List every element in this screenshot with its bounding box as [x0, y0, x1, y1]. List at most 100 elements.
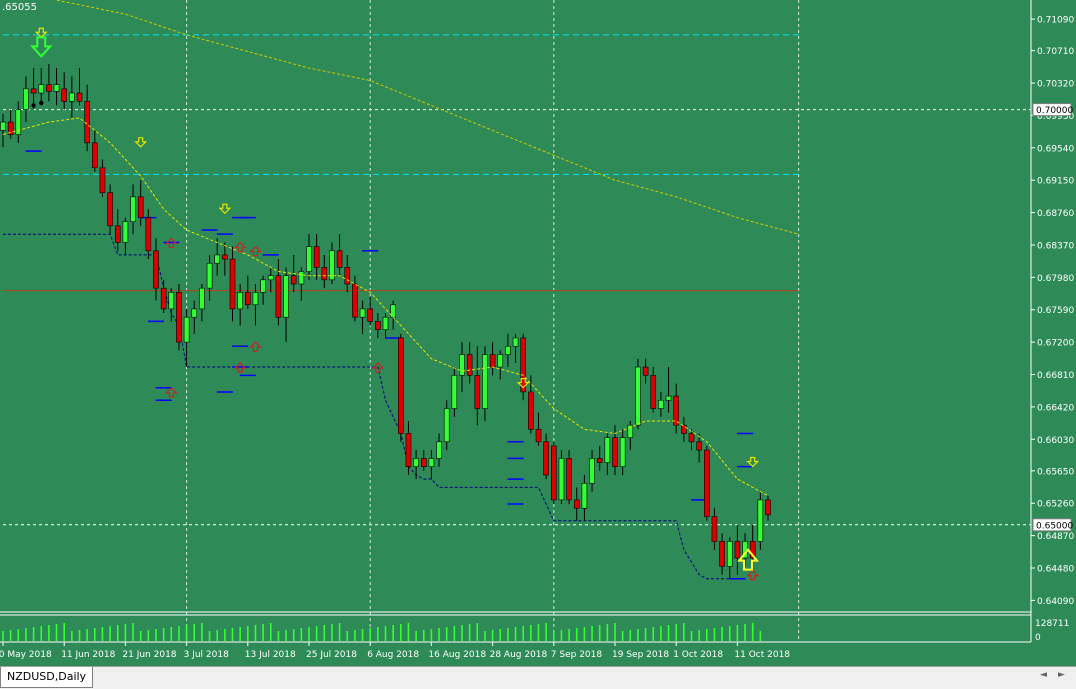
candle-body — [413, 458, 419, 467]
candle-body — [696, 441, 702, 451]
price-axis-label: 0.64870 — [1037, 532, 1074, 542]
candle-body — [497, 354, 504, 368]
candle-body — [459, 354, 465, 376]
candle-body — [474, 375, 481, 409]
candle-body — [191, 308, 198, 318]
price-axis-label: 0.64090 — [1037, 597, 1074, 607]
signal-dot — [31, 103, 36, 108]
candle-body — [688, 433, 695, 443]
date-axis-label: 19 Sep 2018 — [612, 650, 669, 660]
price-label-boxed-text: 0.70000 — [1036, 106, 1073, 116]
candle-body — [168, 291, 175, 310]
candle-body — [53, 84, 60, 92]
candle-body — [130, 196, 136, 223]
candle-body — [61, 88, 68, 102]
candle-body — [245, 291, 251, 306]
candle-body — [298, 271, 305, 285]
candle-body — [153, 250, 159, 289]
candle-body — [681, 424, 687, 434]
candle-body — [382, 316, 389, 330]
candle-body — [275, 275, 282, 318]
price-axis-label: 0.70320 — [1037, 80, 1074, 90]
candle-body — [604, 437, 611, 463]
candle-body — [107, 192, 113, 227]
scroll-left-icon[interactable]: ◄ — [1040, 670, 1047, 680]
signal-dot — [39, 100, 44, 106]
price-axis-label: 0.68370 — [1037, 241, 1074, 251]
candle-body — [367, 308, 374, 322]
candle-body — [711, 516, 718, 542]
candle-body — [222, 254, 228, 260]
candle-body — [69, 92, 75, 102]
candle-body — [352, 283, 358, 318]
candle-body — [428, 458, 435, 467]
price-axis-label: 0.69540 — [1037, 144, 1074, 154]
price-axis-label: 0.70710 — [1037, 47, 1074, 57]
candle-body — [290, 275, 297, 285]
candle-body — [619, 437, 626, 467]
price-axis-label: 0.65650 — [1037, 467, 1074, 477]
candle-body — [145, 217, 152, 252]
candle-body — [566, 458, 572, 501]
candle-body — [321, 267, 328, 281]
candle-body — [726, 541, 733, 567]
candle-body — [451, 375, 458, 409]
candle-body — [252, 291, 259, 306]
candle-body — [23, 88, 29, 110]
candle-body — [267, 275, 274, 281]
top-left-price-label: .65055 — [2, 2, 37, 13]
date-axis-label: 25 Jul 2018 — [306, 650, 357, 660]
candle-body — [137, 196, 144, 218]
candle-body — [558, 458, 565, 501]
candle-body — [665, 395, 672, 401]
candle-body — [313, 246, 320, 268]
candle-body — [505, 345, 511, 355]
volume-axis-zero-label: 0 — [1035, 633, 1041, 643]
date-axis-label: 16 Aug 2018 — [428, 650, 486, 660]
candle-body — [589, 458, 595, 484]
candle-body — [612, 437, 618, 467]
candle-body — [703, 449, 710, 517]
candle-body — [436, 441, 442, 459]
candle-body — [443, 408, 450, 443]
candle-body — [0, 121, 6, 131]
candle-body — [757, 499, 764, 542]
candle-body — [573, 499, 580, 509]
candle-body — [30, 88, 37, 94]
price-axis-label: 0.66420 — [1037, 403, 1074, 413]
candle-body — [214, 254, 220, 264]
candle-body — [658, 399, 664, 409]
chart-window: 0.71090 0.70710 0.70320 0.69930 0.69540 0.691… — [0, 0, 1076, 689]
price-axis-label: 0.64480 — [1037, 564, 1074, 574]
candle-body — [306, 246, 312, 272]
date-axis-label: 11 Oct 2018 — [734, 650, 790, 660]
scroll-right-icon[interactable]: ► — [1058, 670, 1065, 680]
candle-body — [114, 225, 121, 243]
candle-body — [543, 441, 549, 476]
chart-background — [0, 0, 1076, 666]
candle-body — [46, 84, 52, 92]
price-axis-label: 0.69150 — [1037, 177, 1074, 187]
price-axis-label: 0.66810 — [1037, 371, 1074, 381]
price-axis-label: 0.65260 — [1037, 500, 1074, 510]
candle-body — [520, 337, 527, 393]
candle-body — [99, 167, 106, 193]
date-axis-label: 28 Aug 2018 — [490, 650, 548, 660]
candle-body — [336, 250, 343, 268]
symbol-tab[interactable]: NZDUSD,Daily — [0, 667, 94, 688]
candle-body — [122, 221, 129, 243]
candle-body — [719, 541, 725, 567]
candle-body — [512, 337, 519, 347]
candle-body — [466, 354, 473, 376]
price-axis-label: 0.68760 — [1037, 209, 1074, 219]
candle-body — [397, 337, 404, 434]
date-axis-label: 3 Jul 2018 — [184, 650, 229, 660]
candle-body — [283, 275, 289, 318]
candle-body — [160, 287, 167, 310]
symbol-tabbar: NZDUSD,Daily ◄ ► — [0, 666, 1076, 689]
candle-body — [535, 429, 542, 443]
candle-body — [650, 375, 657, 409]
price-chart[interactable]: 0.710900.707100.703200.699300.695400.691… — [0, 0, 1076, 666]
candle-body — [550, 445, 557, 501]
candle-body — [596, 458, 603, 463]
